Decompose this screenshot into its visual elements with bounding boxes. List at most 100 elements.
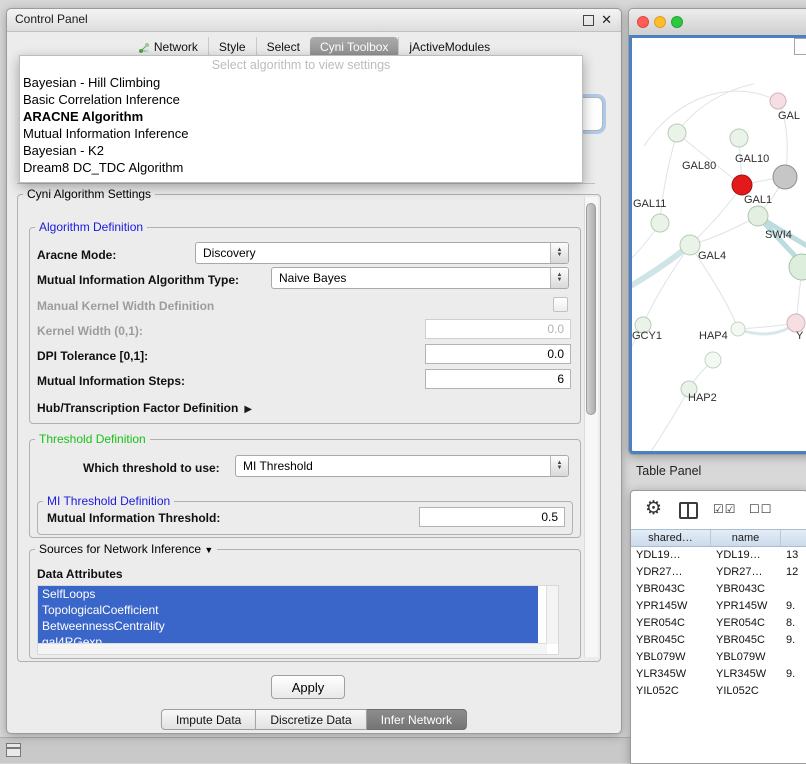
dpi-tolerance-input[interactable]: 0.0 [425,344,571,364]
network-edge [648,389,689,454]
apply-button[interactable]: Apply [271,675,345,699]
network-canvas[interactable]: GALGAL80GAL10GAL11GAL1SWI4GAL4GCY1HAP4YH… [629,35,806,454]
mi-threshold-input[interactable]: 0.5 [419,507,565,527]
list-horizontal-scrollbar[interactable] [38,643,547,654]
table-cell: YBR043C [711,581,781,598]
tab-discretize-data[interactable]: Discretize Data [256,709,366,730]
mi-steps-input[interactable]: 6 [425,369,571,389]
column-header-partial[interactable] [781,530,806,546]
table-cell: YBL079W [631,649,711,666]
network-edge [690,245,738,329]
algorithm-option[interactable]: Basic Correlation Inference [20,91,582,108]
deselect-all-checks-icon[interactable]: ☐☐ [749,502,773,516]
bottom-tab-bar: Impute Data Discretize Data Infer Networ… [161,709,467,730]
network-node[interactable] [770,93,786,109]
column-selector-icon[interactable] [679,502,698,519]
aracne-mode-value: Discovery [196,246,550,260]
aracne-mode-label: Aracne Mode: [37,248,116,262]
network-node[interactable] [651,214,669,232]
mi-threshold-label: Mutual Information Threshold: [47,511,220,525]
expand-arrow-icon: ▼ [204,545,213,555]
select-all-checks-icon[interactable]: ☑☑ [713,502,737,516]
table-cell: 9. [781,632,806,649]
float-window-icon[interactable] [583,15,594,26]
table-body: YDL19…YDL19…13YDR27…YDR27…12YBR043CYBR04… [631,547,806,763]
tab-impute-data[interactable]: Impute Data [161,709,256,730]
list-vertical-scrollbar[interactable] [546,586,558,644]
table-cell: YBR043C [631,581,711,598]
minimize-traffic-light[interactable] [654,16,666,28]
table-cell: YLR345W [711,666,781,683]
sources-group-title[interactable]: Sources for Network Inference ▼ [35,542,217,556]
groupbox-edge [17,183,595,184]
network-node[interactable] [789,254,806,280]
network-node[interactable] [681,381,697,397]
mi-threshold-value: 0.5 [541,510,558,524]
network-node[interactable] [787,314,805,332]
table-row[interactable]: YIL052CYIL052C [631,683,806,700]
hub-section-toggle[interactable]: Hub/Transcription Factor Definition▶ [37,401,252,415]
zoom-traffic-light[interactable] [671,16,683,28]
table-cell [781,649,806,666]
table-cell: YIL052C [631,683,711,700]
table-row[interactable]: YBR045CYBR045C9. [631,632,806,649]
panel-toggle-icon[interactable] [6,743,21,757]
mi-type-select[interactable]: Naive Bayes ▲▼ [271,267,569,289]
which-threshold-select[interactable]: MI Threshold ▲▼ [235,455,569,477]
table-cell: YBL079W [711,649,781,666]
control-panel-titlebar: Control Panel ✕ [7,9,621,32]
kernel-width-label: Kernel Width (0,1): [37,324,143,338]
scrollbar-thumb[interactable] [586,203,596,415]
table-row[interactable]: YDR27…YDR27…12 [631,564,806,581]
table-row[interactable]: YLR345WYLR345W9. [631,666,806,683]
attribute-item[interactable]: SelfLoops [38,586,538,602]
collapse-arrow-icon: ▶ [244,404,252,415]
column-header-name[interactable]: name [711,530,781,546]
algorithm-option-list: Bayesian - Hill ClimbingBasic Correlatio… [20,74,582,176]
network-node[interactable] [731,322,745,336]
table-row[interactable]: YDL19…YDL19…13 [631,547,806,564]
network-edge [660,133,677,223]
algorithm-option[interactable]: Dream8 DC_TDC Algorithm [20,159,582,176]
network-node[interactable] [732,175,752,195]
algorithm-option[interactable]: Bayesian - Hill Climbing [20,74,582,91]
table-row[interactable]: YPR145WYPR145W9. [631,598,806,615]
table-row[interactable]: YBR043CYBR043C [631,581,806,598]
settings-scrollbar[interactable] [584,197,598,657]
kernel-width-input: 0.0 [425,319,571,339]
network-node[interactable] [730,129,748,147]
column-header-shared-name[interactable]: shared… [631,530,711,546]
gear-icon[interactable]: ⚙ [645,497,662,520]
table-row[interactable]: YER054CYER054C8. [631,615,806,632]
tab-label: Network [154,39,198,56]
network-node[interactable] [680,235,700,255]
network-edge [632,245,690,292]
algorithm-option[interactable]: ARACNE Algorithm [20,108,582,125]
network-node[interactable] [705,352,721,368]
algorithm-option[interactable]: Mutual Information Inference [20,125,582,142]
traffic-lights [637,16,683,28]
aracne-mode-select[interactable]: Discovery ▲▼ [195,242,569,264]
mi-steps-label: Mutual Information Steps: [37,374,185,388]
tab-infer-network[interactable]: Infer Network [367,709,467,730]
network-node[interactable] [668,124,686,142]
network-node[interactable] [635,317,651,333]
kernel-width-value: 0.0 [547,322,564,336]
window-title: Control Panel [15,12,88,26]
data-attributes-list[interactable]: SelfLoopsTopologicalCoefficientBetweenne… [37,585,559,655]
network-node[interactable] [748,206,768,226]
mi-threshold-group-title: MI Threshold Definition [43,494,174,508]
network-view-window: GALGAL80GAL10GAL11GAL1SWI4GAL4GCY1HAP4YH… [628,8,806,455]
table-cell: YDR27… [631,564,711,581]
network-node[interactable] [773,165,797,189]
algorithm-option[interactable]: Bayesian - K2 [20,142,582,159]
network-graph [632,38,806,454]
close-icon[interactable]: ✕ [601,12,612,28]
attribute-item[interactable]: BetweennessCentrality [38,618,538,634]
attribute-item[interactable]: TopologicalCoefficient [38,602,538,618]
close-traffic-light[interactable] [637,16,649,28]
table-cell: YPR145W [711,598,781,615]
table-cell: YER054C [631,615,711,632]
dpi-tolerance-label: DPI Tolerance [0,1]: [37,349,148,363]
table-row[interactable]: YBL079WYBL079W [631,649,806,666]
